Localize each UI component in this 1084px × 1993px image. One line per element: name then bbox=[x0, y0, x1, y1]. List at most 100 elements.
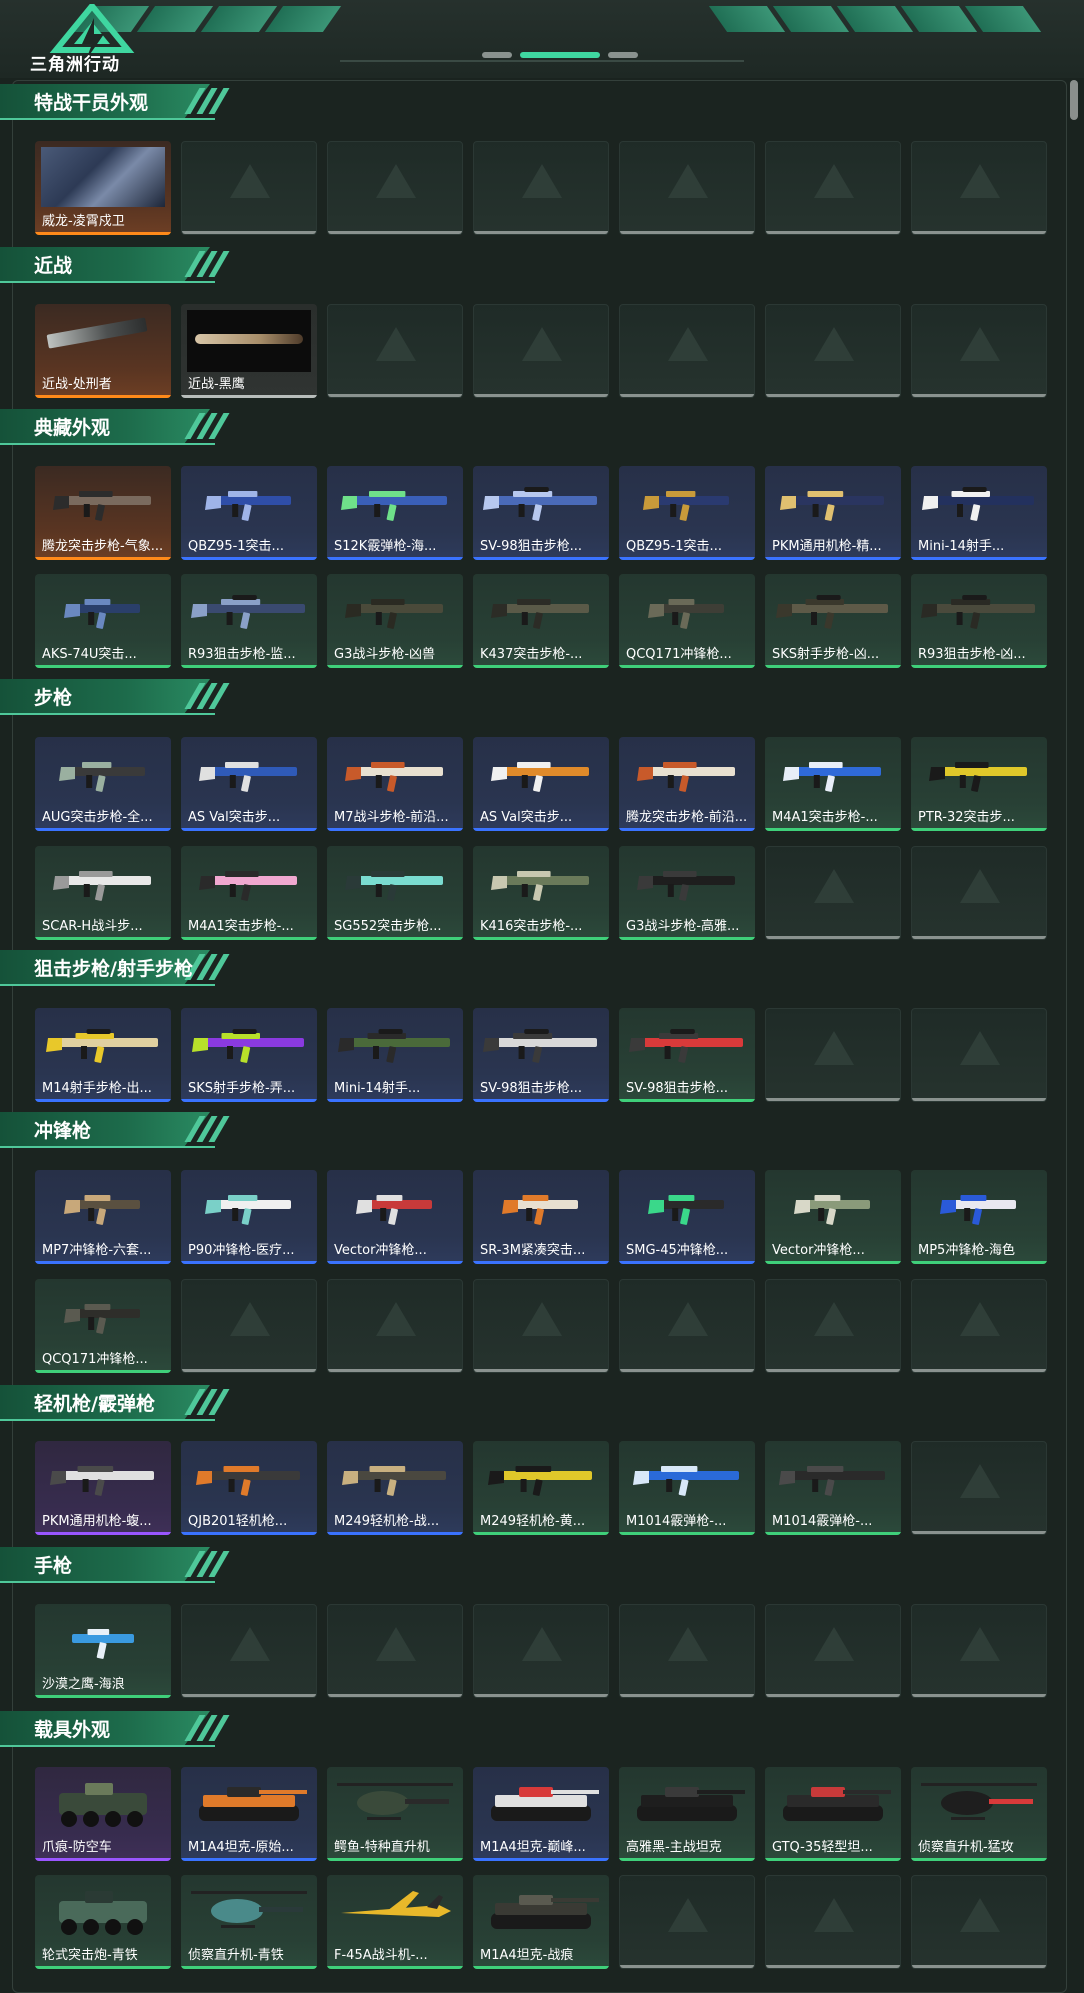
skin-tile[interactable]: M14射手步枪-出... bbox=[35, 1008, 171, 1102]
apc-icon bbox=[59, 1783, 147, 1827]
scrollbar-thumb[interactable] bbox=[1070, 80, 1078, 120]
skin-name: GTQ-35轻型坦... bbox=[772, 1840, 873, 1855]
skin-tile[interactable]: QCQ171冲锋枪... bbox=[619, 574, 755, 668]
skin-tile[interactable]: 鳄鱼-特种直升机 bbox=[327, 1767, 463, 1861]
skin-tile[interactable]: 爪痕-防空车 bbox=[35, 1767, 171, 1861]
skin-tile[interactable]: SCAR-H战斗步... bbox=[35, 846, 171, 940]
skin-tile[interactable]: SV-98狙击步枪... bbox=[473, 1008, 609, 1102]
rarity-bar bbox=[181, 1532, 317, 1535]
skin-tile[interactable]: F-45A战斗机-... bbox=[327, 1875, 463, 1969]
skin-tile[interactable]: 腾龙突击步枪-气象... bbox=[35, 466, 171, 560]
skin-tile[interactable]: MP7冲锋枪-六套... bbox=[35, 1170, 171, 1264]
skin-tile[interactable]: R93狙击步枪-凶... bbox=[911, 574, 1047, 668]
skin-tile[interactable]: GTQ-35轻型坦... bbox=[765, 1767, 901, 1861]
bullpup-icon bbox=[205, 491, 291, 521]
smg-icon bbox=[64, 599, 140, 629]
top-banner: 三角洲行动 bbox=[0, 0, 1084, 78]
skin-tile[interactable]: G3战斗步枪-凶兽 bbox=[327, 574, 463, 668]
skin-name: SKS射手步枪-弄... bbox=[188, 1081, 296, 1096]
skin-tile[interactable]: QCQ171冲锋枪... bbox=[35, 1279, 171, 1373]
skin-tile[interactable]: 近战-黑鹰 bbox=[181, 304, 317, 398]
skin-tile[interactable]: G3战斗步枪-高雅... bbox=[619, 846, 755, 940]
skin-tile[interactable]: 高雅黑-主战坦克 bbox=[619, 1767, 755, 1861]
skin-tile[interactable]: K437突击步枪-... bbox=[473, 574, 609, 668]
skin-name: M1014霰弹枪-... bbox=[626, 1514, 727, 1529]
skin-tile[interactable]: M4A1突击步枪-... bbox=[181, 846, 317, 940]
skin-tile[interactable]: SMG-45冲锋枪... bbox=[619, 1170, 755, 1264]
skin-tile[interactable]: MP5冲锋枪-海色 bbox=[911, 1170, 1047, 1264]
skin-tile[interactable]: SV-98狙击步枪... bbox=[619, 1008, 755, 1102]
skin-tile[interactable]: AUG突击步枪-全... bbox=[35, 737, 171, 831]
skin-tile[interactable]: M249轻机枪-黄... bbox=[473, 1441, 609, 1535]
skin-tile[interactable]: 威龙-凌霄戍卫 bbox=[35, 141, 171, 235]
smg-icon bbox=[648, 599, 724, 629]
skin-tile[interactable]: SV-98狙击步枪... bbox=[473, 466, 609, 560]
skin-tile[interactable]: SKS射手步枪-凶... bbox=[765, 574, 901, 668]
knife-icon bbox=[195, 334, 303, 344]
skin-tile[interactable]: Vector冲锋枪... bbox=[327, 1170, 463, 1264]
smg-icon bbox=[356, 1195, 432, 1225]
rarity-bar bbox=[35, 1099, 171, 1102]
skin-tile[interactable]: M1A4坦克-战痕 bbox=[473, 1875, 609, 1969]
lmg-icon bbox=[488, 1466, 592, 1496]
skin-tile[interactable]: 腾龙突击步枪-前沿... bbox=[619, 737, 755, 831]
rarity-bar bbox=[181, 665, 317, 668]
empty-slot bbox=[619, 304, 755, 398]
skin-tile[interactable]: PTR-32突击步... bbox=[911, 737, 1047, 831]
skin-tile[interactable]: 侦察直升机-青铁 bbox=[181, 1875, 317, 1969]
rarity-bar bbox=[620, 231, 754, 234]
skin-tile[interactable]: Vector冲锋枪... bbox=[765, 1170, 901, 1264]
skin-tile[interactable]: SG552突击步枪... bbox=[327, 846, 463, 940]
skin-tile[interactable]: QBZ95-1突击... bbox=[181, 466, 317, 560]
skin-name: AS Val突击步... bbox=[480, 810, 573, 825]
skin-tile[interactable]: PKM通用机枪-蝮... bbox=[35, 1441, 171, 1535]
skin-tile[interactable]: AS Val突击步... bbox=[181, 737, 317, 831]
skin-tile[interactable]: M7战斗步枪-前沿... bbox=[327, 737, 463, 831]
rarity-bar bbox=[182, 1694, 316, 1697]
skin-tile[interactable]: M1A4坦克-巅峰... bbox=[473, 1767, 609, 1861]
skin-tile[interactable]: S12K霰弹枪-海... bbox=[327, 466, 463, 560]
empty-slot bbox=[911, 1604, 1047, 1698]
rarity-bar bbox=[473, 1966, 609, 1969]
pistol-icon bbox=[72, 1629, 134, 1659]
rarity-bar bbox=[35, 1966, 171, 1969]
rarity-bar bbox=[766, 1369, 900, 1372]
sniper-icon bbox=[191, 595, 305, 629]
rarity-bar bbox=[327, 1099, 463, 1102]
skin-tile[interactable]: Mini-14射手... bbox=[327, 1008, 463, 1102]
rarity-bar bbox=[766, 1694, 900, 1697]
rarity-bar bbox=[181, 1966, 317, 1969]
skin-tile[interactable]: PKM通用机枪-精... bbox=[765, 466, 901, 560]
skin-tile[interactable]: 近战-处刑者 bbox=[35, 304, 171, 398]
skin-name: R93狙击步枪-监... bbox=[188, 647, 296, 662]
skin-tile[interactable]: P90冲锋枪-医疗... bbox=[181, 1170, 317, 1264]
skin-tile[interactable]: M4A1突击步枪-... bbox=[765, 737, 901, 831]
bullpup-icon bbox=[59, 762, 145, 792]
jet-icon bbox=[341, 1891, 451, 1917]
skin-tile[interactable]: Mini-14射手... bbox=[911, 466, 1047, 560]
skin-tile[interactable]: QBZ95-1突击... bbox=[619, 466, 755, 560]
skin-tile[interactable]: AKS-74U突击... bbox=[35, 574, 171, 668]
apc-icon bbox=[59, 1891, 147, 1935]
skin-tile[interactable]: 轮式突击炮-青铁 bbox=[35, 1875, 171, 1969]
skin-tile[interactable]: M249轻机枪-战... bbox=[327, 1441, 463, 1535]
rarity-bar bbox=[619, 557, 755, 560]
skin-tile[interactable]: M1014霰弹枪-... bbox=[765, 1441, 901, 1535]
skin-tile[interactable]: M1A4坦克-原始... bbox=[181, 1767, 317, 1861]
skin-tile[interactable]: AS Val突击步... bbox=[473, 737, 609, 831]
sniper-icon bbox=[483, 487, 597, 521]
skin-tile[interactable]: SKS射手步枪-弄... bbox=[181, 1008, 317, 1102]
empty-slot bbox=[619, 1604, 755, 1698]
skin-name: Vector冲锋枪... bbox=[334, 1243, 427, 1258]
skin-name: SKS射手步枪-凶... bbox=[772, 647, 880, 662]
skin-tile[interactable]: K416突击步枪-... bbox=[473, 846, 609, 940]
skin-tile[interactable]: 侦察直升机-猛攻 bbox=[911, 1767, 1047, 1861]
rarity-bar bbox=[765, 557, 901, 560]
skin-tile[interactable]: SR-3M紧凑突击... bbox=[473, 1170, 609, 1264]
skin-name: M14射手步枪-出... bbox=[42, 1081, 152, 1096]
skin-tile[interactable]: M1014霰弹枪-... bbox=[619, 1441, 755, 1535]
skin-tile[interactable]: 沙漠之鹰-海浪 bbox=[35, 1604, 171, 1698]
skin-tile[interactable]: QJB201轻机枪... bbox=[181, 1441, 317, 1535]
skin-tile[interactable]: R93狙击步枪-监... bbox=[181, 574, 317, 668]
rarity-bar bbox=[474, 1694, 608, 1697]
